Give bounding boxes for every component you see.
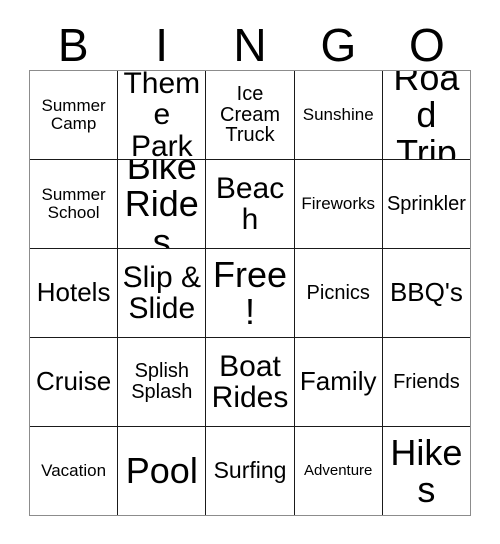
bingo-cell-free[interactable]: Free! [205, 249, 294, 337]
bingo-row: Hotels Slip & Slide Free! Picnics BBQ's [30, 248, 471, 337]
bingo-cell-label: Splish Splash [131, 360, 193, 403]
bingo-cell-label: Beach [215, 171, 285, 236]
bingo-cell[interactable]: Cruise [30, 338, 118, 426]
bingo-cell[interactable]: Ice Cream Truck [205, 71, 294, 159]
bingo-cell[interactable]: Theme Park [117, 71, 206, 159]
header-letter-o: O [408, 19, 445, 71]
bingo-row: Vacation Pool Surfing Adventure Hikes [30, 426, 471, 515]
bingo-cell[interactable]: Road Trip [381, 71, 471, 159]
bingo-cell-label: Pool [125, 450, 198, 492]
bingo-cell-label: Vacation [41, 461, 107, 481]
bingo-cell[interactable]: Adventure [293, 427, 382, 515]
bingo-cell[interactable]: BBQ's [381, 249, 471, 337]
bingo-cell-label: Hikes [390, 431, 463, 510]
bingo-cell[interactable]: Bike Rides [117, 160, 206, 248]
bingo-cell-label: Adventure [304, 462, 373, 480]
bingo-cell-label: Summer School [41, 185, 106, 222]
bingo-cell-label: Surfing [213, 457, 287, 484]
bingo-cell[interactable]: Friends [381, 338, 471, 426]
bingo-cell[interactable]: Summer School [30, 160, 118, 248]
bingo-cell[interactable]: Family [293, 338, 382, 426]
header-letter-b: B [57, 19, 89, 71]
bingo-cell-label: Free! [212, 253, 288, 332]
bingo-cell-label: Sprinkler [386, 192, 466, 215]
bingo-cell-label: Slip & Slide [122, 260, 201, 325]
header-letter-i: I [155, 19, 168, 71]
bingo-cell-label: Hotels [36, 277, 111, 308]
bingo-grid: Summer Camp Theme Park Ice Cream Truck S… [29, 70, 471, 516]
bingo-cell[interactable]: Splish Splash [117, 338, 206, 426]
bingo-cell[interactable]: Beach [205, 160, 294, 248]
bingo-cell-label: Picnics [306, 281, 370, 304]
bingo-cell[interactable]: Boat Rides [205, 338, 294, 426]
bingo-cell[interactable]: Slip & Slide [117, 249, 206, 337]
bingo-cell-label: Theme Park [123, 71, 201, 159]
bingo-cell[interactable]: Summer Camp [30, 71, 118, 159]
bingo-cell[interactable]: Sprinkler [381, 160, 471, 248]
header-letter-g: G [320, 19, 357, 71]
bingo-cell-label: Boat Rides [211, 349, 289, 414]
bingo-cell-label: Fireworks [301, 194, 376, 214]
bingo-cell[interactable]: Fireworks [293, 160, 382, 248]
bingo-cell[interactable]: Hikes [381, 427, 471, 515]
bingo-cell[interactable]: Surfing [205, 427, 294, 515]
bingo-cell-label: Cruise [36, 366, 112, 397]
bingo-cell-label: Road Trip [393, 71, 460, 159]
bingo-cell[interactable]: Pool [117, 427, 206, 515]
bingo-row: Summer Camp Theme Park Ice Cream Truck S… [30, 71, 471, 159]
header-letter-n: N [233, 19, 267, 71]
bingo-cell[interactable]: Hotels [30, 249, 118, 337]
bingo-cell[interactable]: Vacation [30, 427, 118, 515]
bingo-card: B I N G O Summer Camp Theme Park Ice Cre… [0, 0, 500, 544]
bingo-cell-label: Bike Rides [124, 160, 199, 248]
bingo-cell-label: Family [299, 366, 377, 397]
bingo-cell[interactable]: Sunshine [293, 71, 382, 159]
bingo-cell-label: Friends [393, 370, 460, 393]
bingo-cell-label: BBQ's [389, 277, 463, 308]
bingo-cell-label: Summer Camp [41, 96, 106, 133]
bingo-header: B I N G O [29, 14, 471, 70]
bingo-row: Summer School Bike Rides Beach Fireworks… [30, 159, 471, 248]
bingo-cell-label: Sunshine [302, 105, 374, 125]
bingo-cell-label: Ice Cream Truck [220, 82, 281, 147]
bingo-row: Cruise Splish Splash Boat Rides Family F… [30, 337, 471, 426]
bingo-cell[interactable]: Picnics [293, 249, 382, 337]
